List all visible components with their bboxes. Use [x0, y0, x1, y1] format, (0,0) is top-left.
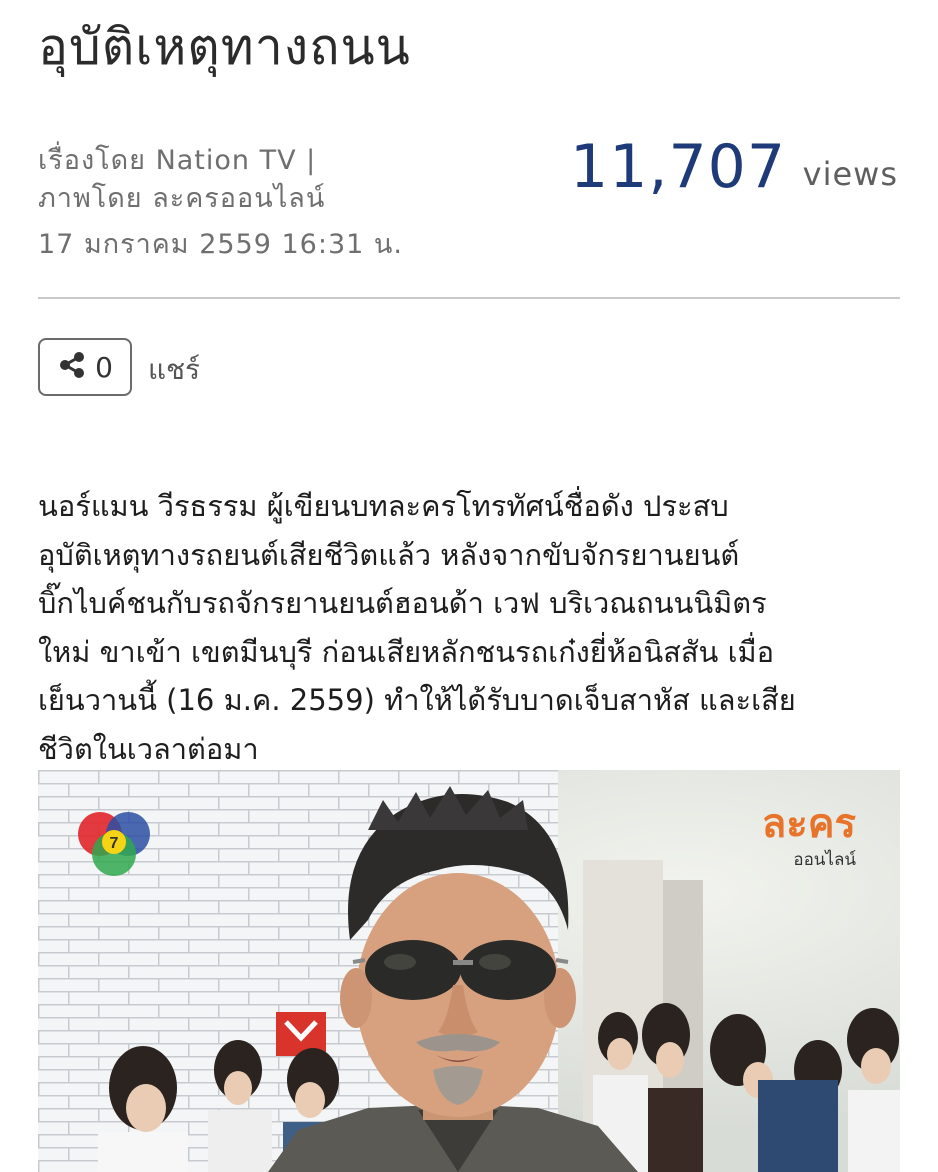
svg-text:7: 7	[110, 835, 119, 852]
share-count: 0	[95, 350, 113, 384]
lakorn-online-logo: ละคร ออนไลน์	[762, 804, 856, 873]
body-line: บิ๊กไบค์ชนกับรถจักรยานยนต์ฮอนด้า เวฟ บริ…	[38, 586, 767, 620]
photo-credit: ภาพโดย ละครออนไลน์	[38, 183, 326, 214]
share-button[interactable]: 0	[38, 338, 132, 396]
share-icon	[57, 350, 87, 384]
body-line: อุบัติเหตุทางรถยนต์เสียชีวิตแล้ว หลังจาก…	[38, 537, 740, 572]
body-line: ชีวิตในเวลาต่อมา	[38, 731, 259, 766]
lakorn-logo-word: ละคร	[762, 804, 856, 844]
views-label: views	[802, 155, 898, 193]
article-body: นอร์แมน วีรธรรม ผู้เขียนบทละครโทรทัศน์ชื…	[38, 482, 908, 773]
publish-date: 17 มกราคม 2559 16:31 น.	[38, 229, 403, 260]
lakorn-logo-word-text: ละคร	[761, 801, 856, 847]
body-line: เย็นวานนี้ (16 ม.ค. 2559) ทำให้ได้รับบาด…	[38, 683, 796, 717]
body-line: นอร์แมน วีรธรรม ผู้เขียนบทละครโทรทัศน์ชื…	[38, 489, 729, 523]
lakorn-logo-sub: ออนไลน์	[793, 850, 856, 870]
share-label: แชร์	[148, 353, 201, 386]
divider	[38, 297, 900, 299]
byline: เรื่องโดย Nation TV |	[38, 145, 317, 176]
views-count: 11,707	[570, 132, 786, 202]
body-line: ใหม่ ขาเข้า เขตมีนบุรี ก่อนเสียหลักชนรถเ…	[38, 634, 775, 669]
article-photo: 7 ละคร ออนไลน์	[38, 770, 900, 1172]
page-title: อุบัติเหตุทางถนน	[38, 18, 411, 76]
channel-logo: 7	[74, 806, 154, 880]
